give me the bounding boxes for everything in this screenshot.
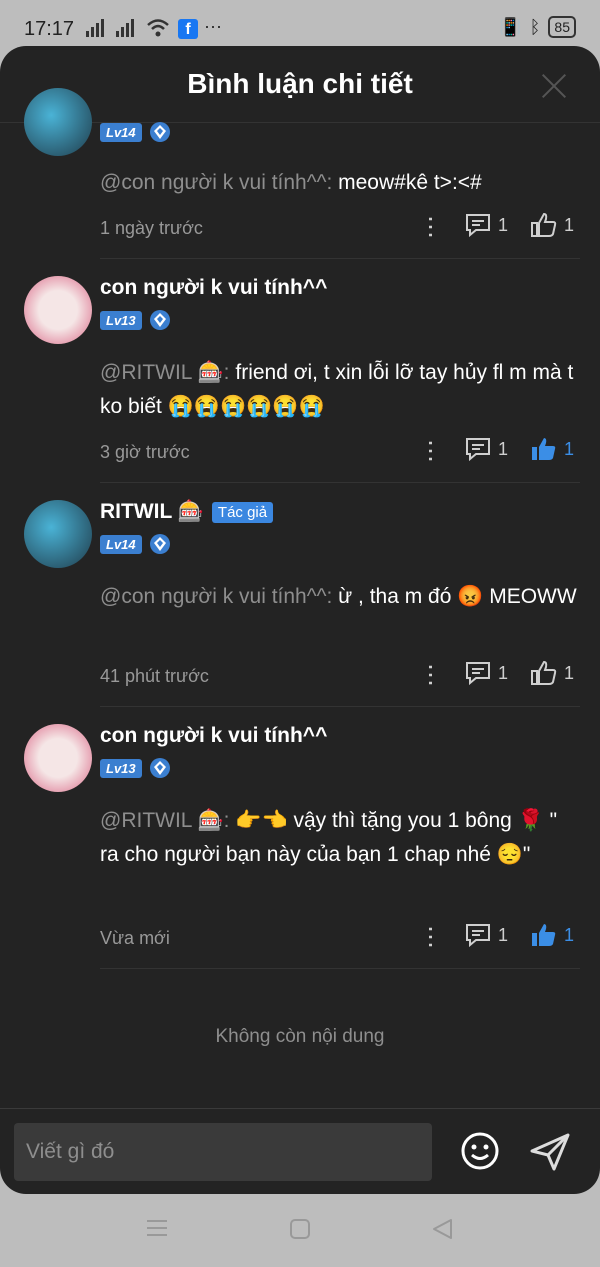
username: RITWIL 🎰 [100,500,204,523]
like-count: 1 [563,662,574,683]
status-time: 17:17 [24,18,75,40]
comment-text: @RITWIL 🎰: friend ơi, t xin lỗi lỡ tay h… [100,356,580,424]
comment-time: 3 giờ trước [100,442,190,462]
avatar[interactable] [24,88,92,156]
like-button[interactable]: 1 [530,212,574,238]
system-navigation-bar [0,1194,600,1267]
more-options-icon[interactable]: ⋯ [417,439,444,459]
bluetooth-icon: ᛒ [529,16,541,37]
comment-body: ừ , tha m đó 😡 MEOWW [332,585,577,608]
mention[interactable]: @RITWIL 🎰: [100,809,230,832]
battery-icon: 85 [548,16,576,38]
back-icon[interactable] [431,1218,453,1240]
signal-icon [86,19,104,37]
level-badge: Lv14 [100,122,142,142]
thumbs-up-icon [531,924,556,946]
comment-actions: ⋯ 1 1 [417,922,574,948]
comment-time: 41 phút trước [100,666,209,686]
username: con người k vui tính^^ [100,724,328,747]
comment-text: @RITWIL 🎰: 👉👈 vậy thì tặng you 1 bông 🌹 … [100,804,580,872]
comment-icon [465,662,490,686]
comment-text: @con người k vui tính^^: ừ , tha m đó 😡 … [100,580,580,614]
menu-icon[interactable] [146,1218,168,1238]
comment-body: meow#kê t>:<# [332,171,482,194]
comment-username[interactable]: con người k vui tính^^ [100,724,327,748]
comment-composer [0,1108,600,1194]
author-badge: Tác giả [211,501,274,523]
comment-username[interactable]: con người k vui tính^^ [100,276,327,300]
comment-time: 1 ngày trước [100,218,203,238]
like-button[interactable]: 1 [530,660,574,686]
comment-actions: ⋯ 1 1 [417,660,574,686]
comment-text: @con người k vui tính^^: meow#kê t>:<# [100,166,580,200]
divider [100,482,580,483]
more-notifications-icon: ··· [204,16,222,36]
page-title: Bình luận chi tiết [187,68,413,99]
reply-count: 1 [497,924,508,945]
level-badge: Lv13 [100,758,142,778]
thumbs-up-icon [530,212,557,237]
like-button[interactable]: 1 [530,922,574,948]
thumbs-up-icon [531,438,556,460]
comment-icon [465,214,490,238]
username: con người k vui tính^^ [100,276,328,299]
comment-time: Vừa mới [100,928,170,948]
home-icon[interactable] [289,1218,311,1240]
like-count: 1 [563,924,574,945]
reply-count: 1 [497,438,508,459]
thumbs-up-icon [530,660,557,685]
status-right: 📳 ᛒ 85 [499,16,576,38]
reply-button[interactable]: 1 [464,922,508,948]
send-icon[interactable] [528,1131,572,1173]
comment-username[interactable]: RITWIL 🎰 Tác giả [100,500,274,524]
more-options-icon[interactable]: ⋯ [417,925,444,945]
reply-button[interactable]: 1 [464,436,508,462]
facebook-icon: f [178,19,198,39]
like-count: 1 [563,214,574,235]
comment-icon [465,438,490,462]
divider [100,706,580,707]
like-count: 1 [563,438,574,459]
verified-icon [149,534,170,554]
mention[interactable]: @con người k vui tính^^: [100,171,332,194]
user-badges: Lv13 [100,310,170,330]
mention[interactable]: @con người k vui tính^^: [100,585,332,608]
end-of-content-message: Không còn nội dung [215,1026,385,1047]
verified-icon [149,758,170,778]
avatar[interactable] [24,724,92,792]
avatar[interactable] [24,276,92,344]
reply-count: 1 [497,214,508,235]
verified-icon [149,122,170,142]
reply-button[interactable]: 1 [464,660,508,686]
signal-icon-2 [116,19,134,37]
mention[interactable]: @RITWIL 🎰: [100,361,230,384]
comment-icon [465,924,490,948]
user-badges: Lv13 [100,758,170,778]
verified-icon [149,310,170,330]
like-button[interactable]: 1 [530,436,574,462]
more-options-icon[interactable]: ⋯ [417,663,444,683]
emoji-icon[interactable] [460,1131,500,1171]
comments-sheet: Bình luận chi tiết Lv14 @con người k vui… [0,46,600,1194]
vibrate-icon: 📳 [499,16,522,37]
close-icon[interactable] [540,72,568,100]
reply-button[interactable]: 1 [464,212,508,238]
avatar[interactable] [24,500,92,568]
divider [100,258,580,259]
divider [100,968,580,969]
comment-actions: ⋯ 1 1 [417,212,574,238]
more-options-icon[interactable]: ⋯ [417,215,444,235]
comment-actions: ⋯ 1 1 [417,436,574,462]
comment-input[interactable] [14,1123,432,1181]
level-badge: Lv13 [100,310,142,330]
wifi-icon [147,19,169,37]
level-badge: Lv14 [100,534,142,554]
user-badges: Lv14 [100,534,170,554]
user-badges: Lv14 [100,122,170,142]
reply-count: 1 [497,662,508,683]
